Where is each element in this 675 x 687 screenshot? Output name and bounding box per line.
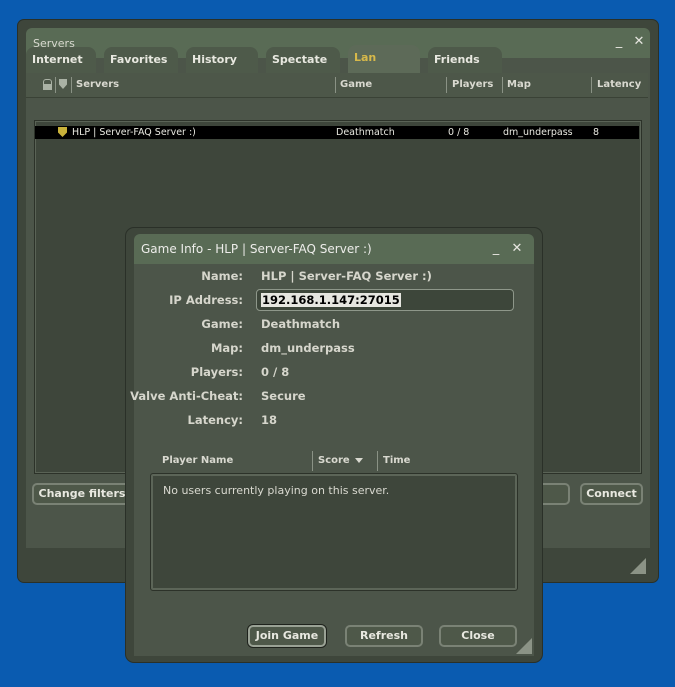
column-players[interactable]: Players [452, 79, 493, 90]
tab-lan[interactable]: Lan [348, 45, 420, 73]
column-game[interactable]: Game [340, 79, 372, 90]
tab-favorites[interactable]: Favorites [104, 47, 178, 73]
column-separator [502, 77, 503, 93]
tab-label: History [192, 53, 237, 66]
player-list[interactable]: No users currently playing on this serve… [150, 473, 518, 591]
lock-icon-body [43, 84, 52, 90]
ip-address-value[interactable]: 192.168.1.147:27015 [261, 293, 401, 307]
game-info-body: Name: HLP | Server-FAQ Server :) IP Addr… [130, 264, 534, 656]
tab-history[interactable]: History [186, 47, 258, 73]
vac-value: Secure [261, 389, 306, 403]
vac-shield-icon[interactable] [59, 79, 67, 89]
latency-label: Latency: [187, 413, 243, 427]
game-info-title-bar[interactable]: Game Info - HLP | Server-FAQ Server :) _… [134, 234, 534, 264]
ip-label: IP Address: [169, 293, 243, 307]
resize-grip-icon[interactable] [516, 638, 532, 654]
players-value: 0 / 8 [261, 365, 290, 379]
name-value: HLP | Server-FAQ Server :) [261, 269, 432, 283]
column-time[interactable]: Time [383, 455, 410, 466]
tab-friends[interactable]: Friends [428, 47, 502, 73]
close-icon[interactable]: ✕ [632, 34, 646, 50]
tab-label: Friends [434, 53, 480, 66]
server-players: 0 / 8 [448, 127, 470, 138]
empty-player-message: No users currently playing on this serve… [163, 484, 390, 497]
change-filters-button[interactable]: Change filters [32, 483, 132, 505]
minimize-icon[interactable]: _ [612, 34, 626, 50]
tab-label: Favorites [110, 53, 168, 66]
column-separator [335, 77, 336, 93]
column-score[interactable]: Score [318, 455, 363, 466]
resize-grip-icon[interactable] [630, 558, 646, 574]
server-latency: 8 [593, 127, 600, 138]
column-separator [312, 451, 313, 471]
server-name: HLP | Server-FAQ Server :) [72, 127, 196, 138]
vac-shield-icon [58, 127, 67, 137]
server-map: dm_underpass [503, 127, 573, 138]
game-value: Deathmatch [261, 317, 341, 331]
players-label: Players: [190, 365, 243, 379]
close-icon[interactable]: ✕ [510, 241, 524, 257]
vac-label: Valve Anti-Cheat: [130, 389, 243, 403]
sort-down-icon [354, 457, 363, 463]
name-label: Name: [201, 269, 243, 283]
server-game: Deathmatch [336, 127, 395, 138]
join-game-button[interactable]: Join Game [248, 625, 326, 647]
tab-label: Internet [32, 53, 83, 66]
map-label: Map: [210, 341, 243, 355]
ip-address-field[interactable]: 192.168.1.147:27015 [256, 289, 514, 311]
column-separator [377, 451, 378, 471]
tab-internet[interactable]: Internet [26, 47, 96, 73]
server-list-header: Servers Game Players Map Latency [26, 73, 648, 98]
column-latency[interactable]: Latency [597, 79, 641, 90]
tab-spectate[interactable]: Spectate [266, 47, 340, 73]
game-info-title: Game Info - HLP | Server-FAQ Server :) [141, 242, 372, 256]
map-value: dm_underpass [261, 341, 355, 355]
column-separator [55, 77, 56, 93]
tab-label: Lan [354, 51, 377, 64]
column-player-name[interactable]: Player Name [162, 455, 233, 466]
game-label: Game: [201, 317, 243, 331]
minimize-icon[interactable]: _ [489, 241, 503, 257]
column-separator [446, 77, 447, 93]
column-separator [71, 77, 72, 93]
connect-button[interactable]: Connect [580, 483, 643, 505]
close-button[interactable]: Close [439, 625, 517, 647]
table-row[interactable]: HLP | Server-FAQ Server :) Deathmatch 0 … [35, 126, 639, 139]
refresh-button[interactable]: Refresh [345, 625, 423, 647]
game-info-dialog: Game Info - HLP | Server-FAQ Server :) _… [126, 228, 542, 662]
column-score-label: Score [318, 455, 350, 466]
tab-label: Spectate [272, 53, 328, 66]
column-servers[interactable]: Servers [76, 79, 119, 90]
latency-value: 18 [261, 413, 278, 427]
column-separator [591, 77, 592, 93]
column-map[interactable]: Map [507, 79, 531, 90]
